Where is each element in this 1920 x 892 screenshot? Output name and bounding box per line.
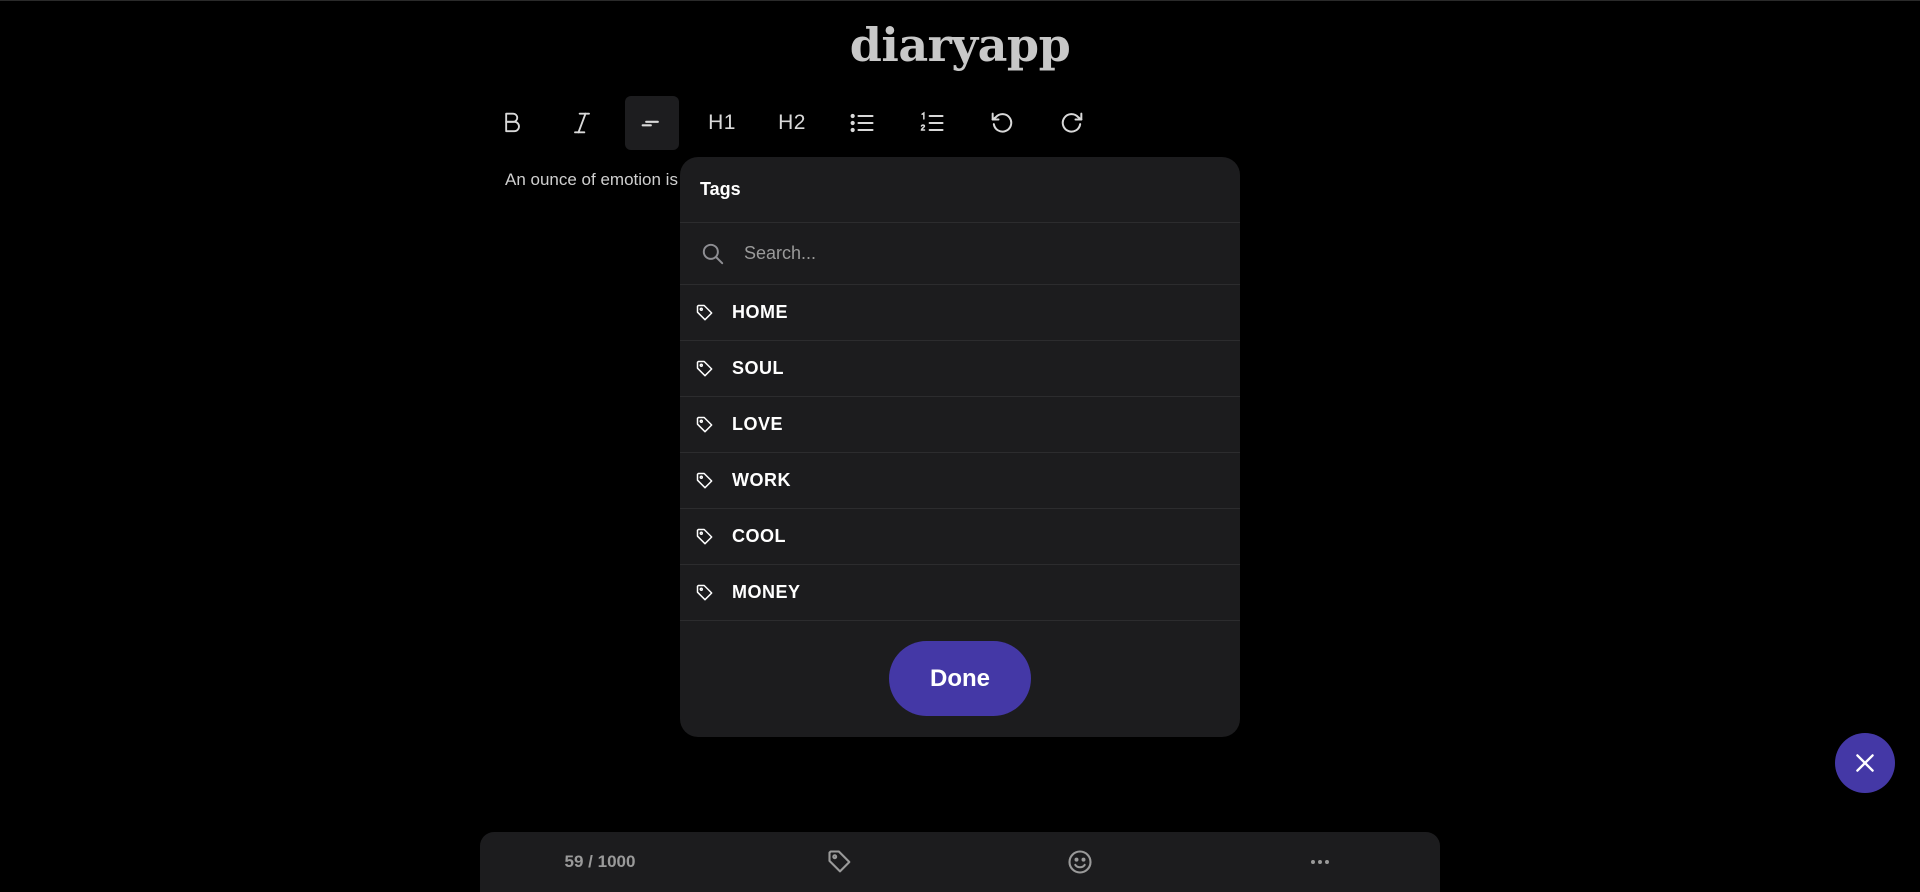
tag-list: HOME SOUL LOVE WORK COOL MONEY <box>680 285 1240 621</box>
search-icon <box>702 243 724 264</box>
bullet-list-icon <box>850 113 874 133</box>
paragraph-icon <box>641 120 659 127</box>
close-button[interactable] <box>1835 733 1895 793</box>
tag-icon <box>696 304 713 320</box>
tag-item-cool[interactable]: COOL <box>680 509 1240 565</box>
tag-icon <box>828 850 851 873</box>
tag-label: SOUL <box>732 358 785 378</box>
bold-button[interactable] <box>485 96 539 150</box>
heading-2-button[interactable]: H2 <box>765 96 819 150</box>
bold-icon <box>505 112 520 133</box>
more-icon <box>1311 860 1329 864</box>
tag-item-money[interactable]: MONEY <box>680 565 1240 621</box>
tag-label: LOVE <box>732 414 784 434</box>
tag-icon <box>696 528 713 544</box>
tag-label: COOL <box>732 526 786 546</box>
tag-label: WORK <box>732 470 791 490</box>
undo-button[interactable] <box>975 96 1029 150</box>
paragraph-button[interactable] <box>625 96 679 150</box>
formatting-toolbar: H1 H2 <box>485 96 1115 150</box>
tag-icon <box>696 472 713 488</box>
more-button[interactable] <box>1200 832 1440 892</box>
redo-button[interactable] <box>1045 96 1099 150</box>
tag-label: HOME <box>732 302 788 322</box>
tag-item-home[interactable]: HOME <box>680 285 1240 341</box>
tag-item-soul[interactable]: SOUL <box>680 341 1240 397</box>
app-title: diaryapp <box>849 18 1071 72</box>
bottom-bar: 59 / 1000 <box>480 832 1440 892</box>
close-icon <box>1856 754 1874 772</box>
editor-content[interactable]: An ounce of emotion is <box>505 170 678 190</box>
tags-modal-title: Tags <box>680 157 1240 223</box>
tags-modal: Tags HOME SOUL LOVE WORK COOL MONEY <box>680 157 1240 737</box>
heading-2-label: H2 <box>778 111 806 134</box>
word-count: 59 / 1000 <box>564 852 636 871</box>
tag-search-input[interactable] <box>742 242 1186 265</box>
undo-icon <box>991 112 1013 133</box>
emoji-button[interactable] <box>960 832 1200 892</box>
italic-icon <box>574 112 590 134</box>
tag-label: MONEY <box>732 582 801 602</box>
numbered-list-icon <box>920 111 944 132</box>
tag-icon <box>696 360 713 376</box>
emoji-icon <box>1068 850 1092 874</box>
tag-button[interactable] <box>720 832 960 892</box>
tag-item-love[interactable]: LOVE <box>680 397 1240 453</box>
tag-icon <box>696 584 713 600</box>
tag-search-row <box>680 223 1240 285</box>
done-button[interactable]: Done <box>889 641 1031 716</box>
italic-button[interactable] <box>555 96 609 150</box>
heading-1-button[interactable]: H1 <box>695 96 749 150</box>
bullet-list-button[interactable] <box>835 96 889 150</box>
tag-icon <box>696 416 713 432</box>
redo-icon <box>1061 112 1083 133</box>
done-button-container: Done <box>680 641 1240 716</box>
window-top-border <box>0 0 1920 1</box>
heading-1-label: H1 <box>708 111 736 134</box>
tag-item-work[interactable]: WORK <box>680 453 1240 509</box>
numbered-list-button[interactable] <box>905 96 959 150</box>
